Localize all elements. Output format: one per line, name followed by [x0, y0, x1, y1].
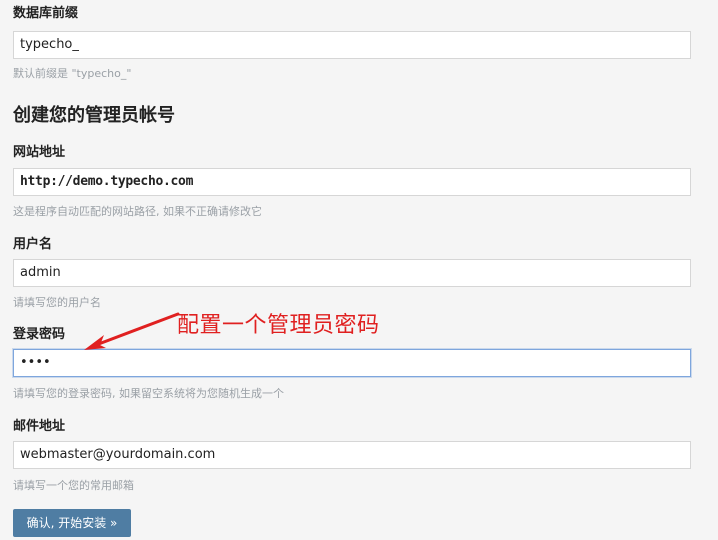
annotation-text: 配置一个管理员密码 [177, 313, 380, 338]
install-form: 数据库前缀 typecho_ 默认前缀是 "typecho_" 创建您的管理员帐… [0, 0, 718, 540]
submit-button[interactable]: 确认, 开始安装 » [13, 509, 131, 537]
password-hint: 请填写您的登录密码, 如果留空系统将为您随机生成一个 [13, 387, 284, 400]
section-title: 创建您的管理员帐号 [13, 105, 175, 126]
site-url-hint: 这是程序自动匹配的网站路径, 如果不正确请修改它 [13, 205, 262, 218]
username-input[interactable]: admin [13, 259, 691, 287]
email-label: 邮件地址 [13, 419, 66, 434]
db-prefix-input[interactable]: typecho_ [13, 31, 691, 59]
password-label: 登录密码 [13, 327, 66, 342]
site-url-input[interactable]: http://demo.typecho.com [13, 168, 691, 196]
db-prefix-label: 数据库前缀 [13, 6, 79, 21]
email-input[interactable]: webmaster@yourdomain.com [13, 441, 691, 469]
db-prefix-hint: 默认前缀是 "typecho_" [13, 67, 132, 80]
email-hint: 请填写一个您的常用邮箱 [13, 479, 134, 492]
username-hint: 请填写您的用户名 [13, 296, 101, 309]
annotation-arrow-icon [84, 312, 180, 350]
site-url-label: 网站地址 [13, 145, 66, 160]
username-label: 用户名 [13, 237, 53, 252]
